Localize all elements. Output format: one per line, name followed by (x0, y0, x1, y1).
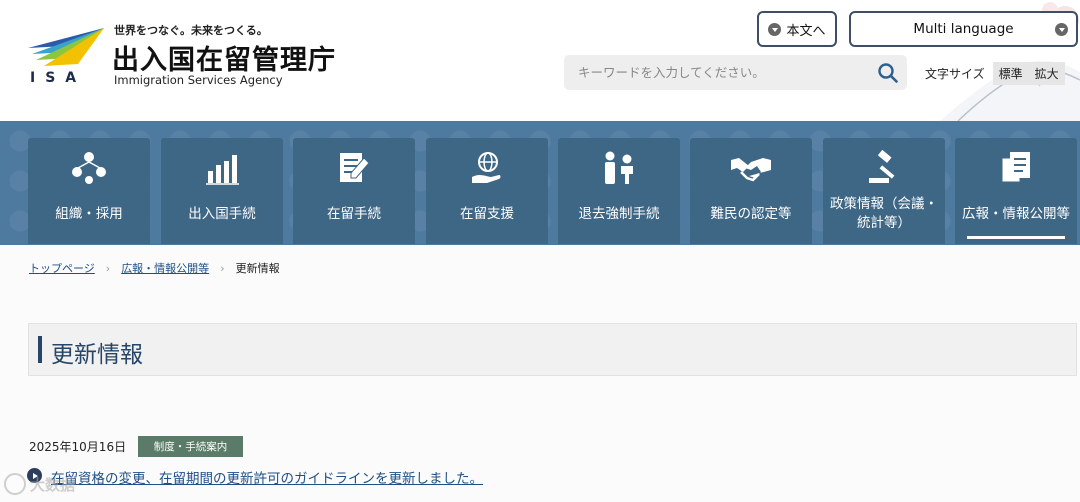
site-header: ISA 世界をつなぐ。未来をつくる。 出入国在留管理庁 Immigration … (0, 0, 1080, 121)
breadcrumb-parent-link[interactable]: 広報・情報公開等 (121, 260, 209, 276)
chart-bars-icon (206, 155, 239, 185)
globe-hand-icon (472, 152, 501, 183)
nav-item-label: 政策情報（会議・統計等） (830, 196, 938, 231)
skip-to-content-button[interactable]: 本文へ (757, 11, 837, 47)
font-size-large-button[interactable]: 拡大 (1028, 61, 1065, 85)
documents-icon (1001, 152, 1030, 183)
agency-name-en: Immigration Services Agency (114, 73, 283, 87)
chevron-right-icon: › (220, 261, 225, 275)
breadcrumb: トップページ › 広報・情報公開等 › 更新情報 (29, 260, 280, 276)
nav-item-label: 難民の認定等 (710, 205, 792, 222)
nav-item-label: 出入国手続 (188, 205, 256, 222)
nav-item-label: 在留支援 (460, 205, 514, 222)
nav-item-deportation[interactable]: 退去強制手続 (558, 138, 680, 244)
logo-acronym: ISA (30, 70, 87, 86)
isa-logo-icon (28, 28, 104, 66)
breadcrumb-home-link[interactable]: トップページ (29, 260, 95, 276)
nav-item-label: 退去強制手続 (578, 205, 660, 222)
chevron-down-icon (768, 22, 782, 36)
search-icon[interactable] (877, 62, 899, 84)
watermark: 大数据 (4, 473, 75, 495)
watermark-text: 大数据 (30, 475, 76, 494)
global-nav: 組織・採用 出入国手続 在留手続 在留支援 退去強制手続 難民の認定等 政策情報… (0, 121, 1080, 245)
people-icon (605, 151, 633, 184)
news-item-link[interactable]: 在留資格の変更、在留期間の更新許可のガイドラインを更新しました。 (51, 467, 483, 487)
watermark-logo-icon (4, 473, 26, 495)
skip-button-label: 本文へ (786, 23, 826, 39)
nav-item-label: 在留手続 (327, 205, 381, 222)
page-title: 更新情報 (51, 342, 143, 368)
font-size-standard-button[interactable]: 標準 (992, 61, 1029, 85)
document-pen-icon (340, 153, 370, 182)
agency-name-ja: 出入国在留管理庁 (112, 45, 336, 76)
multi-language-button[interactable]: Multi language (849, 11, 1078, 47)
nav-item-organization[interactable]: 組織・採用 (28, 138, 150, 244)
search-box (564, 55, 907, 90)
nav-item-label: 組織・採用 (55, 205, 123, 222)
nav-item-refugee[interactable]: 難民の認定等 (690, 138, 812, 244)
nav-item-label: 広報・情報公開等 (962, 205, 1070, 222)
language-button-label: Multi language (913, 21, 1014, 37)
site-logo[interactable]: ISA 世界をつなぐ。未来をつくる。 出入国在留管理庁 Immigration … (26, 20, 346, 92)
active-indicator (967, 236, 1065, 239)
page-title-box: 更新情報 (28, 323, 1077, 376)
search-input[interactable] (564, 55, 864, 90)
nav-item-publicity[interactable]: 広報・情報公開等 (955, 138, 1077, 244)
font-size-control: 文字サイズ 標準 拡大 (925, 61, 1065, 85)
nav-item-immigration[interactable]: 出入国手続 (161, 138, 283, 244)
nav-item-residence[interactable]: 在留手続 (293, 138, 415, 244)
news-date: 2025年10月16日 (29, 440, 127, 454)
font-size-label: 文字サイズ (925, 66, 985, 81)
organization-icon (72, 152, 106, 184)
nav-item-policy[interactable]: 政策情報（会議・統計等） (823, 138, 945, 244)
gavel-icon (869, 150, 895, 183)
logo-tagline: 世界をつなぐ。未来をつくる。 (114, 24, 268, 37)
breadcrumb-current: 更新情報 (235, 262, 280, 275)
chevron-down-icon (1055, 23, 1068, 36)
handshake-icon (731, 158, 771, 182)
nav-item-support[interactable]: 在留支援 (426, 138, 548, 244)
chevron-right-icon: › (105, 261, 111, 275)
news-category-badge: 制度・手続案内 (138, 436, 243, 457)
title-accent-bar (38, 336, 42, 363)
